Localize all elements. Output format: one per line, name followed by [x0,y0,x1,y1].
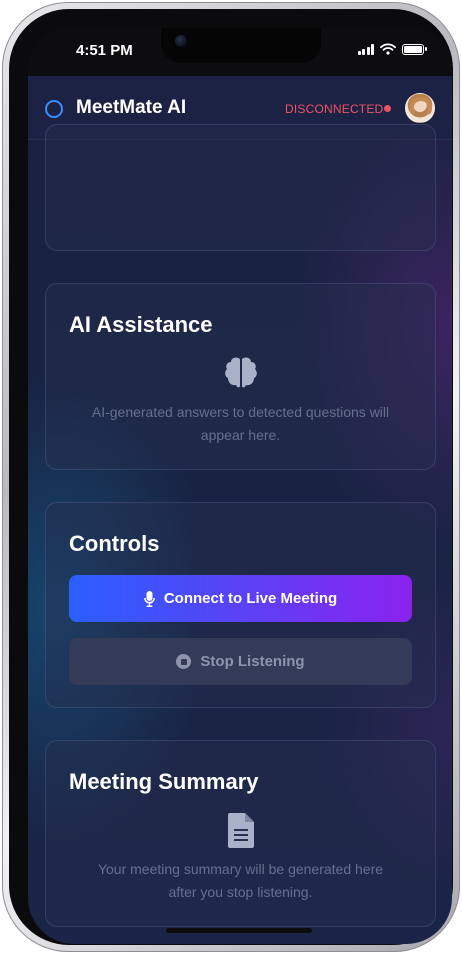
status-time: 4:51 PM [76,42,133,59]
controls-title: Controls [69,531,160,556]
front-camera [175,35,187,47]
microphone-icon [143,590,155,607]
transcript-card [45,124,436,251]
document-icon [227,813,254,848]
wifi-icon [380,43,396,55]
connection-status-dot-icon [384,105,391,112]
home-indicator[interactable] [166,928,312,933]
meeting-summary-card: Meeting Summary Your meeting summary wil… [45,740,436,927]
notch [161,28,321,63]
status-bar: 4:51 PM [28,28,452,76]
connect-button-label: Connect to Live Meeting [163,590,338,607]
meeting-summary-placeholder: Your meeting summary will be generated h… [97,861,384,900]
user-avatar[interactable] [405,93,435,123]
stop-listening-button[interactable]: Stop Listening [69,638,412,685]
connection-status-label: DISCONNECTED [285,102,384,116]
phone-bezel: 4:51 PM MeetMate AI DISCONNECTED AI Assi… [9,9,453,945]
status-icons [357,43,427,55]
ai-assistance-placeholder: AI-generated answers to detected questio… [91,404,390,443]
controls-card: Controls Connect to Live Meeting Stop Li… [45,502,436,708]
app-title: MeetMate AI [76,97,187,118]
meeting-summary-title: Meeting Summary [69,769,259,794]
ai-assistance-title: AI Assistance [69,312,213,337]
logo-icon [45,100,63,118]
battery-icon [402,43,427,55]
stop-circle-icon [176,654,192,669]
stop-button-label: Stop Listening [200,653,305,670]
signal-icon [357,43,374,55]
brain-icon [224,357,257,388]
ai-assistance-card: AI Assistance AI-generated answers to de… [45,283,436,470]
connect-to-live-meeting-button[interactable]: Connect to Live Meeting [69,575,412,622]
app-screen: 4:51 PM MeetMate AI DISCONNECTED AI Assi… [28,28,452,944]
phone-frame: 4:51 PM MeetMate AI DISCONNECTED AI Assi… [2,2,460,952]
